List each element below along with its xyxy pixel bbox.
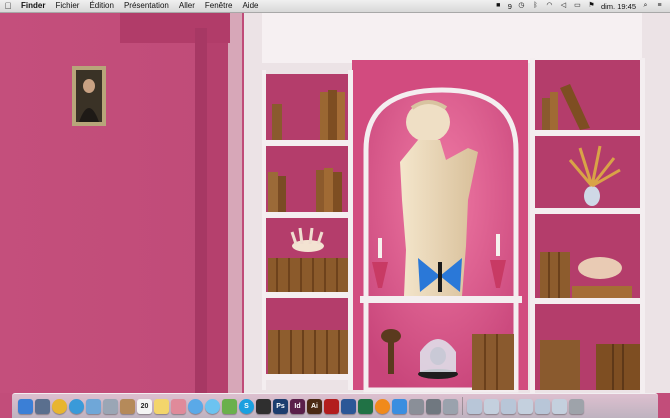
dock-illustrator-icon[interactable]: Ai <box>307 398 322 414</box>
dock-folder-4-icon[interactable] <box>518 398 533 414</box>
dock-acrobat-icon[interactable] <box>324 398 339 414</box>
dock-system-preferences-icon[interactable] <box>409 398 424 414</box>
dock-app-store-icon[interactable] <box>392 398 407 414</box>
menu-fichier[interactable]: Fichier <box>50 0 84 12</box>
dock-itunes-icon[interactable] <box>188 398 203 414</box>
dock-image-capture-icon[interactable] <box>443 398 458 414</box>
dock-calendar-icon[interactable]: 20 <box>137 398 152 414</box>
dock-finder-icon[interactable] <box>18 398 33 414</box>
dock-preview-icon[interactable] <box>103 398 118 414</box>
dock-mail-icon[interactable] <box>86 398 101 414</box>
dock-contacts-icon[interactable] <box>120 398 135 414</box>
status-area: ■ 9 ◷ ᛒ ◠ ◁ ▭ ⚑ dim. 19:45 ⌕ ≡ <box>494 2 670 11</box>
portrait-painting <box>72 66 106 126</box>
dock: 20 S Ps Id Ai <box>12 393 658 418</box>
notification-center-icon[interactable]: ≡ <box>655 2 664 10</box>
menu-aller[interactable]: Aller <box>174 0 200 12</box>
menu-bar:  Finder Fichier Édition Présentation Al… <box>0 0 670 13</box>
menu-presentation[interactable]: Présentation <box>119 0 174 12</box>
dock-chrome-icon[interactable] <box>52 398 67 414</box>
dock-separator <box>462 397 463 415</box>
dock-word-icon[interactable] <box>341 398 356 414</box>
notification-app-icon[interactable]: ■ <box>494 2 503 10</box>
dock-excel-icon[interactable] <box>358 398 373 414</box>
dock-facetime-icon[interactable] <box>222 398 237 414</box>
dock-launchpad-icon[interactable] <box>35 398 50 414</box>
bluetooth-icon[interactable]: ᛒ <box>531 2 540 10</box>
dock-skype-icon[interactable]: S <box>239 398 254 414</box>
menu-finder[interactable]: Finder <box>16 0 50 12</box>
dock-vlc-icon[interactable] <box>375 398 390 414</box>
dock-photoshop-icon[interactable]: Ps <box>273 398 288 414</box>
number-badge[interactable]: 9 <box>508 2 512 11</box>
dock-folder-2-icon[interactable] <box>484 398 499 414</box>
dock-photos-icon[interactable] <box>171 398 186 414</box>
dock-trash-icon[interactable] <box>569 398 584 414</box>
dock-messages-icon[interactable] <box>205 398 220 414</box>
dock-utility-icon[interactable] <box>426 398 441 414</box>
dock-safari-icon[interactable] <box>69 398 84 414</box>
wallpaper-image <box>0 13 670 393</box>
dock-folder-3-icon[interactable] <box>501 398 516 414</box>
dock-folder-5-icon[interactable] <box>535 398 550 414</box>
flag-icon[interactable]: ⚑ <box>587 2 596 10</box>
battery-icon[interactable]: ▭ <box>573 2 582 10</box>
dock-folder-6-icon[interactable] <box>552 398 567 414</box>
desktop-wallpaper <box>0 13 670 393</box>
wifi-icon[interactable]: ◠ <box>545 2 554 10</box>
apple-logo-icon[interactable]:  <box>0 1 16 11</box>
menu-edition[interactable]: Édition <box>84 0 118 12</box>
time-machine-icon[interactable]: ◷ <box>517 2 526 10</box>
volume-icon[interactable]: ◁ <box>559 2 568 10</box>
dock-indesign-icon[interactable]: Id <box>290 398 305 414</box>
dock-folder-1-icon[interactable] <box>467 398 482 414</box>
menu-fenetre[interactable]: Fenêtre <box>200 0 238 12</box>
dock-notes-icon[interactable] <box>154 398 169 414</box>
menu-aide[interactable]: Aide <box>237 0 263 12</box>
spotlight-search-icon[interactable]: ⌕ <box>641 2 650 10</box>
dock-terminal-icon[interactable] <box>256 398 271 414</box>
clock[interactable]: dim. 19:45 <box>601 2 636 11</box>
